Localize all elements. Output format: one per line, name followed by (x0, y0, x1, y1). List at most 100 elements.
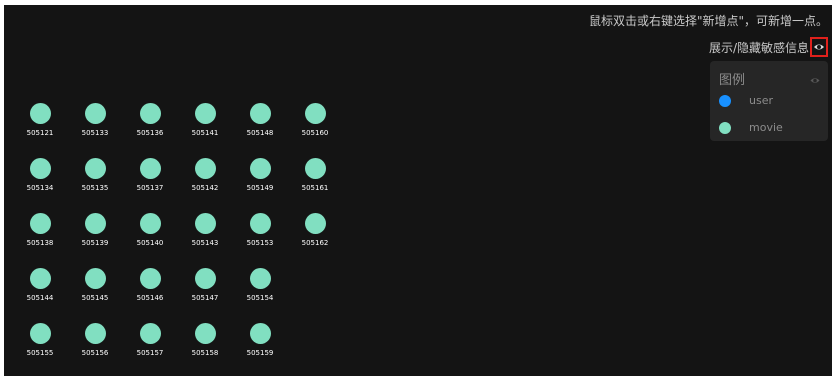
node-label: 505139 (81, 239, 109, 247)
graph-node[interactable]: 505137 (130, 158, 170, 202)
node-label: 505136 (136, 129, 164, 137)
graph-node[interactable]: 505146 (130, 268, 170, 312)
node-label: 505153 (246, 239, 274, 247)
graph-node[interactable]: 505148 (240, 103, 280, 147)
graph-node[interactable]: 505158 (185, 323, 225, 367)
node-label: 505144 (26, 294, 54, 302)
node-circle (195, 268, 216, 289)
eye-icon (814, 44, 824, 50)
add-node-hint: 鼠标双击或右键选择"新增点"，可新增一点。 (588, 14, 828, 28)
graph-node[interactable]: 505149 (240, 158, 280, 202)
node-circle (250, 268, 271, 289)
graph-node[interactable]: 505159 (240, 323, 280, 367)
graph-node[interactable]: 505121 (20, 103, 60, 147)
node-circle (305, 213, 326, 234)
legend-dot-movie (719, 121, 731, 134)
node-circle (85, 268, 106, 289)
graph-canvas[interactable]: 鼠标双击或右键选择"新增点"，可新增一点。 展示/隐藏敏感信息 图例 user … (4, 5, 832, 376)
node-label: 505145 (81, 294, 109, 302)
node-label: 505143 (191, 239, 219, 247)
node-label: 505133 (81, 129, 109, 137)
node-circle (195, 158, 216, 179)
node-label: 505155 (26, 349, 54, 357)
node-circle (195, 103, 216, 124)
graph-node[interactable]: 505160 (295, 103, 335, 147)
node-label: 505156 (81, 349, 109, 357)
legend-dot-user (719, 94, 731, 107)
node-circle (140, 213, 161, 234)
node-label: 505138 (26, 239, 54, 247)
node-label: 505134 (26, 184, 54, 192)
node-label: 505140 (136, 239, 164, 247)
node-circle (85, 213, 106, 234)
node-circle (30, 268, 51, 289)
graph-node[interactable]: 505135 (75, 158, 115, 202)
graph-node[interactable]: 505136 (130, 103, 170, 147)
node-circle (250, 213, 271, 234)
graph-node[interactable]: 505140 (130, 213, 170, 257)
node-circle (195, 213, 216, 234)
graph-node[interactable]: 505154 (240, 268, 280, 312)
legend-label-user: user (749, 94, 773, 107)
graph-node[interactable]: 505153 (240, 213, 280, 257)
node-label: 505146 (136, 294, 164, 302)
graph-node[interactable]: 505139 (75, 213, 115, 257)
legend-label-movie: movie (749, 121, 783, 134)
graph-node[interactable]: 505162 (295, 213, 335, 257)
node-circle (250, 103, 271, 124)
node-label: 505154 (246, 294, 274, 302)
node-circle (85, 103, 106, 124)
sensitive-info-toggle-row: 展示/隐藏敏感信息 (709, 37, 828, 57)
node-circle (30, 213, 51, 234)
node-label: 505135 (81, 184, 109, 192)
node-label: 505137 (136, 184, 164, 192)
graph-node[interactable]: 505144 (20, 268, 60, 312)
graph-node[interactable]: 505161 (295, 158, 335, 202)
node-label: 505142 (191, 184, 219, 192)
graph-node[interactable]: 505143 (185, 213, 225, 257)
legend-item-user[interactable]: user (719, 94, 773, 107)
graph-node[interactable]: 505147 (185, 268, 225, 312)
node-label: 505148 (246, 129, 274, 137)
legend-item-movie[interactable]: movie (719, 121, 783, 134)
node-label: 505121 (26, 129, 54, 137)
node-label: 505141 (191, 129, 219, 137)
node-circle (305, 158, 326, 179)
node-label: 505160 (301, 129, 329, 137)
sensitive-info-toggle-button[interactable] (810, 37, 828, 57)
node-circle (30, 323, 51, 344)
node-label: 505159 (246, 349, 274, 357)
legend-panel: 图例 user movie (710, 61, 828, 141)
graph-node[interactable]: 505142 (185, 158, 225, 202)
node-circle (195, 323, 216, 344)
graph-node[interactable]: 505134 (20, 158, 60, 202)
node-circle (250, 323, 271, 344)
graph-node[interactable]: 505138 (20, 213, 60, 257)
node-circle (250, 158, 271, 179)
node-circle (140, 323, 161, 344)
sensitive-info-toggle-label: 展示/隐藏敏感信息 (708, 40, 809, 55)
node-label: 505162 (301, 239, 329, 247)
node-circle (140, 268, 161, 289)
graph-node[interactable]: 505155 (20, 323, 60, 367)
node-circle (30, 103, 51, 124)
node-label: 505157 (136, 349, 164, 357)
graph-node[interactable]: 505156 (75, 323, 115, 367)
graph-node[interactable]: 505145 (75, 268, 115, 312)
node-circle (30, 158, 51, 179)
legend-visibility-toggle[interactable] (809, 70, 821, 89)
graph-node[interactable]: 505157 (130, 323, 170, 367)
legend-title: 图例 (719, 73, 746, 88)
graph-node[interactable]: 505133 (75, 103, 115, 147)
node-circle (305, 103, 326, 124)
eye-icon (810, 78, 820, 83)
node-label: 505158 (191, 349, 219, 357)
node-label: 505149 (246, 184, 274, 192)
graph-node[interactable]: 505141 (185, 103, 225, 147)
node-circle (85, 158, 106, 179)
node-circle (140, 158, 161, 179)
node-circle (85, 323, 106, 344)
node-circle (140, 103, 161, 124)
node-label: 505147 (191, 294, 219, 302)
node-label: 505161 (301, 184, 329, 192)
